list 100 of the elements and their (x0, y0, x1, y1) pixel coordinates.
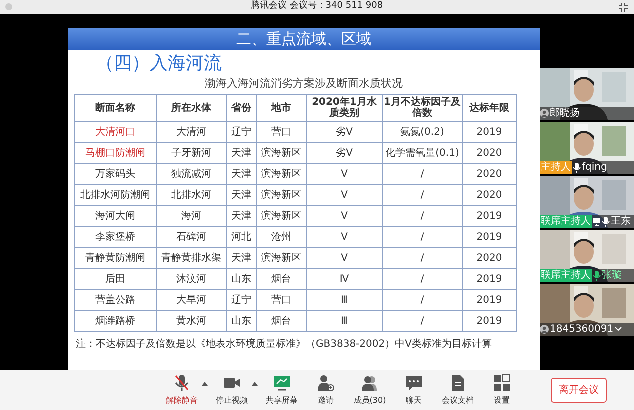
table-cell: 河北 (226, 226, 256, 248)
table-cell: / (382, 248, 462, 268)
table-cell: 氨氮(0.2) (382, 122, 462, 142)
table-cell: 石碑河 (156, 226, 226, 248)
column-header: 省份 (226, 94, 256, 122)
table-note: 注：不达标因子及倍数是以《地表水环境质量标准》（GB3838-2002）中V类标准为目标计算 (75, 338, 493, 352)
participant-name: 郎晓扬 (550, 106, 580, 120)
participant-name: 张璇 (602, 268, 622, 282)
table-cell: Ⅲ (306, 290, 382, 310)
window-title: 腾讯会议 会议号：340 511 908 (250, 0, 384, 14)
table-cell: 2020 (462, 184, 516, 206)
table-cell: 2019 (462, 226, 516, 248)
table-cell: 山东 (226, 268, 256, 290)
role-tag: 联席主持人 (540, 269, 592, 282)
table-cell: 滨海新区 (256, 184, 306, 206)
table-cell: V (306, 164, 382, 184)
table-cell: Ⅲ (306, 310, 382, 332)
column-header: 地市 (256, 94, 306, 122)
people-icon (361, 374, 379, 392)
table-cell: 2019 (462, 290, 516, 310)
table-cell: 海河大闸 (74, 206, 156, 226)
caret-icon (202, 382, 208, 386)
role-tag: 主持人 (540, 161, 572, 174)
table-cell: 海河 (156, 206, 226, 226)
document-icon (449, 374, 467, 392)
table-cell: 沐汶河 (156, 268, 226, 290)
table-cell: / (382, 184, 462, 206)
table-cell: 劣V (306, 142, 382, 164)
table-cell: 黄水河 (156, 310, 226, 332)
table-cell: 大清河 (156, 122, 226, 142)
table-title: 渤海入海河流消劣方案涉及断面水质状况 (204, 76, 404, 92)
table-cell: 子牙新河 (156, 142, 226, 164)
column-header: 达标年限 (462, 94, 516, 122)
table-cell: 北排水河防潮闸 (74, 184, 156, 206)
table-cell: 滨海新区 (256, 248, 306, 268)
chat-button[interactable]: 聊天 (394, 374, 434, 406)
mic-icon (573, 162, 581, 172)
table-cell: 山东 (226, 310, 256, 332)
participant-name: 王东 (611, 214, 631, 228)
slide-subtitle: （四）入海河流 (95, 52, 223, 76)
table-cell: Ⅳ (306, 268, 382, 290)
doc-button[interactable]: 会议文档 (438, 374, 478, 406)
mic-icon (602, 216, 610, 226)
chevron-down-icon[interactable] (614, 327, 622, 332)
screen-share-icon (273, 374, 291, 392)
table-cell: 后田 (74, 268, 156, 290)
exit-fullscreen-icon[interactable] (619, 3, 628, 12)
table-cell: 烟台 (256, 310, 306, 332)
table-cell: 天津 (226, 184, 256, 206)
table-cell: 青静黄排水渠 (156, 248, 226, 268)
table-cell: 天津 (226, 164, 256, 184)
table-cell: 劣V (306, 122, 382, 142)
add-person-icon (317, 374, 335, 392)
table-cell: / (382, 226, 462, 248)
leave-meeting-button[interactable]: 离开会议 (551, 378, 607, 403)
table-cell: / (382, 268, 462, 290)
table-cell: 烟台 (256, 268, 306, 290)
table-cell: 万家码头 (74, 164, 156, 184)
table-cell: 2019 (462, 310, 516, 332)
table-cell: V (306, 226, 382, 248)
table-cell: 沧州 (256, 226, 306, 248)
table-cell: 化学需氧量(0.1) (382, 142, 462, 164)
participant-name: fqing (582, 161, 608, 174)
table-cell: 滨海新区 (256, 206, 306, 226)
table-cell: 天津 (226, 142, 256, 164)
table-cell: 2020 (462, 142, 516, 164)
table-cell: 大清河口 (74, 122, 156, 142)
mic-icon (593, 270, 601, 280)
slide-header: 二、重点流域、区域 (68, 28, 540, 50)
column-header: 1月不达标因子及倍数 (382, 94, 462, 122)
table-cell: 天津 (226, 248, 256, 268)
table-cell: 辽宁 (226, 290, 256, 310)
settings-button[interactable]: 设置 (482, 374, 522, 406)
table-cell: 滨海新区 (256, 142, 306, 164)
role-tag: 联席主持人 (540, 215, 592, 228)
mic-button[interactable]: 解除静音 (162, 374, 208, 406)
table-cell: 马棚口防潮闸 (74, 142, 156, 164)
table-cell: 滨海新区 (256, 164, 306, 184)
table-cell: 大旱河 (156, 290, 226, 310)
share-button[interactable]: 共享屏幕 (262, 374, 302, 406)
members-button[interactable]: 成员(30) (350, 374, 390, 406)
table-cell: / (382, 310, 462, 332)
invite-button[interactable]: 邀请 (306, 374, 346, 406)
table-cell: 2019 (462, 268, 516, 290)
video-button[interactable]: 停止视频 (212, 374, 258, 406)
table-cell: 天津 (226, 206, 256, 226)
table-cell: 营口 (256, 122, 306, 142)
table-cell: / (382, 206, 462, 226)
microphone-icon (173, 374, 191, 392)
chat-icon (405, 374, 423, 392)
table-cell: 辽宁 (226, 122, 256, 142)
table-cell: 烟潍路桥 (74, 310, 156, 332)
column-header: 所在水体 (156, 94, 226, 122)
table-cell: V (306, 248, 382, 268)
table-cell: 2019 (462, 206, 516, 226)
table-cell: 2020 (462, 248, 516, 268)
table-cell: 青静黄防潮闸 (74, 248, 156, 268)
avatar-icon (540, 325, 549, 334)
column-header: 2020年1月水质类别 (306, 94, 382, 122)
screen-share-icon (593, 218, 601, 226)
